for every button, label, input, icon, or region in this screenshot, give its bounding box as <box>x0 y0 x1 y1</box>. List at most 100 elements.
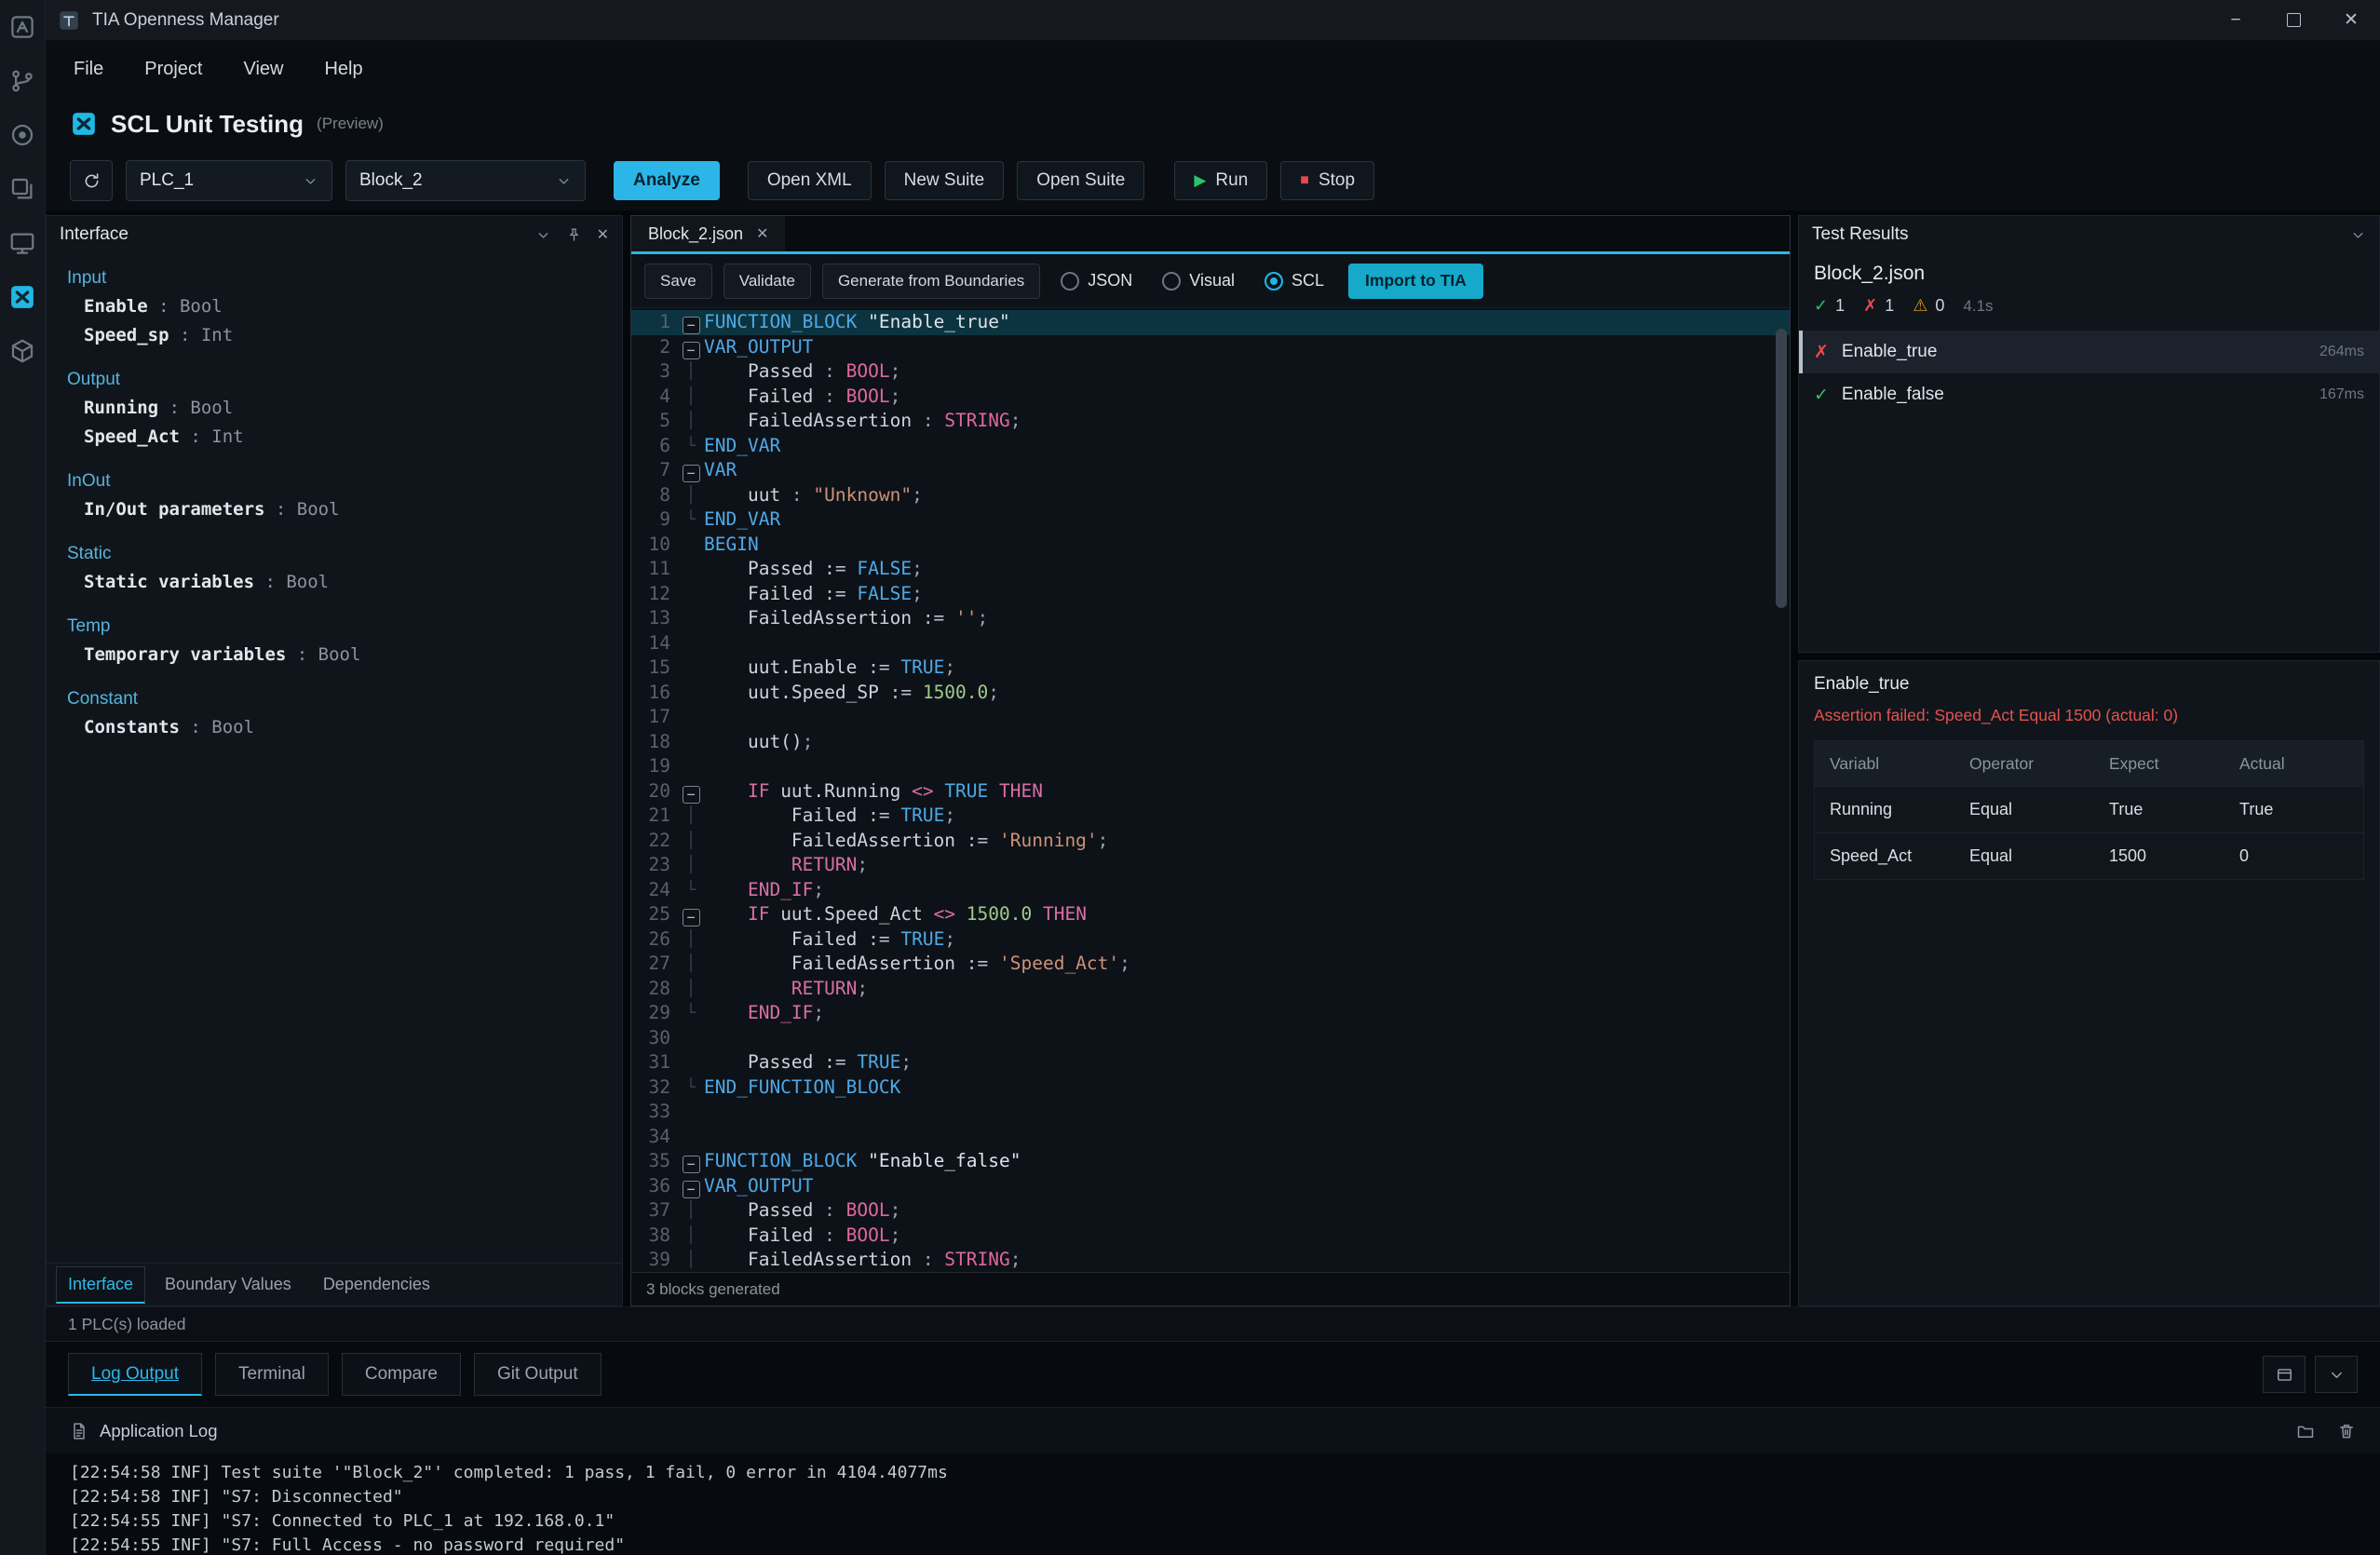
table-row[interactable]: RunningEqualTrueTrue <box>1815 786 2363 832</box>
code-line[interactable]: 5│ FailedAssertion : STRING; <box>631 409 1790 434</box>
monitor-icon[interactable] <box>7 227 38 259</box>
fold-marker[interactable]: − <box>678 458 704 483</box>
code-line[interactable]: 25− IF uut.Speed_Act <> 1500.0 THEN <box>631 902 1790 927</box>
test-row[interactable]: ✓Enable_false167ms <box>1799 373 2379 416</box>
editor-scrollbar[interactable] <box>1776 329 1787 608</box>
code-line[interactable]: 38│ Failed : BOOL; <box>631 1224 1790 1249</box>
folder-icon[interactable] <box>2296 1422 2315 1440</box>
code-line[interactable]: 20− IF uut.Running <> TRUE THEN <box>631 779 1790 805</box>
package-icon[interactable] <box>7 335 38 367</box>
code-line[interactable]: 26│ Failed := TRUE; <box>631 927 1790 953</box>
interface-item[interactable]: Speed_Act : Int <box>47 423 622 452</box>
menu-item-view[interactable]: View <box>223 49 304 89</box>
editor-tab-block2[interactable]: Block_2.json ✕ <box>631 216 785 251</box>
code-line[interactable]: 21│ Failed := TRUE; <box>631 804 1790 829</box>
code-line[interactable]: 12 Failed := FALSE; <box>631 582 1790 607</box>
code-line[interactable]: 30 <box>631 1026 1790 1051</box>
import-to-tia-button[interactable]: Import to TIA <box>1348 264 1483 299</box>
table-row[interactable]: Speed_ActEqual15000 <box>1815 832 2363 879</box>
app-logo-icon[interactable] <box>7 11 38 43</box>
interface-item[interactable]: Static variables : Bool <box>47 568 622 597</box>
run-button[interactable]: ▶ Run <box>1174 161 1267 200</box>
code-line[interactable]: 1−FUNCTION_BLOCK "Enable_true" <box>631 310 1790 335</box>
git-branch-icon[interactable] <box>7 65 38 97</box>
tab-boundary-values[interactable]: Boundary Values <box>153 1266 304 1303</box>
maximize-icon[interactable] <box>2265 0 2322 40</box>
interface-item[interactable]: Temporary variables : Bool <box>47 641 622 669</box>
stop-button[interactable]: ■ Stop <box>1280 161 1374 200</box>
code-line[interactable]: 22│ FailedAssertion := 'Running'; <box>631 829 1790 854</box>
validate-button[interactable]: Validate <box>723 264 811 299</box>
code-line[interactable]: 32└END_FUNCTION_BLOCK <box>631 1075 1790 1101</box>
code-line[interactable]: 39│ FailedAssertion : STRING; <box>631 1248 1790 1272</box>
mode-json[interactable]: JSON <box>1061 271 1132 291</box>
code-line[interactable]: 16 uut.Speed_SP := 1500.0; <box>631 681 1790 706</box>
code-line[interactable]: 36−VAR_OUTPUT <box>631 1174 1790 1199</box>
code-line[interactable]: 7−VAR <box>631 458 1790 483</box>
code-line[interactable]: 17 <box>631 705 1790 730</box>
code-line[interactable]: 14 <box>631 631 1790 656</box>
interface-item[interactable]: Running : Bool <box>47 394 622 423</box>
fold-marker[interactable]: − <box>678 902 704 927</box>
open-suite-button[interactable]: Open Suite <box>1017 161 1144 200</box>
new-suite-button[interactable]: New Suite <box>885 161 1005 200</box>
interface-item[interactable]: Constants : Bool <box>47 713 622 742</box>
code-editor[interactable]: 1−FUNCTION_BLOCK "Enable_true"2−VAR_OUTP… <box>631 308 1790 1272</box>
menu-item-project[interactable]: Project <box>124 49 223 89</box>
record-icon[interactable] <box>7 119 38 151</box>
interface-item[interactable]: Enable : Bool <box>47 292 622 321</box>
mode-visual[interactable]: Visual <box>1162 271 1235 291</box>
tab-terminal[interactable]: Terminal <box>215 1353 329 1396</box>
code-line[interactable]: 4│ Failed : BOOL; <box>631 385 1790 410</box>
collapse-panel-icon[interactable] <box>535 227 551 243</box>
code-line[interactable]: 33 <box>631 1100 1790 1125</box>
code-line[interactable]: 8│ uut : "Unknown"; <box>631 483 1790 508</box>
analyze-button[interactable]: Analyze <box>614 161 720 200</box>
close-window-icon[interactable]: ✕ <box>2322 0 2380 40</box>
code-line[interactable]: 19 <box>631 754 1790 779</box>
code-line[interactable]: 24└ END_IF; <box>631 878 1790 903</box>
close-tab-icon[interactable]: ✕ <box>756 224 768 243</box>
minimize-icon[interactable]: − <box>2207 0 2265 40</box>
code-line[interactable]: 15 uut.Enable := TRUE; <box>631 656 1790 681</box>
code-line[interactable]: 6└END_VAR <box>631 434 1790 459</box>
code-line[interactable]: 29└ END_IF; <box>631 1001 1790 1026</box>
code-line[interactable]: 35−FUNCTION_BLOCK "Enable_false" <box>631 1149 1790 1174</box>
code-line[interactable]: 10 BEGIN <box>631 533 1790 558</box>
code-line[interactable]: 27│ FailedAssertion := 'Speed_Act'; <box>631 952 1790 977</box>
tab-compare[interactable]: Compare <box>342 1353 461 1396</box>
scl-testing-icon[interactable] <box>7 281 38 313</box>
code-line[interactable]: 9└END_VAR <box>631 507 1790 533</box>
interface-item[interactable]: Speed_sp : Int <box>47 321 622 350</box>
code-line[interactable]: 23│ RETURN; <box>631 853 1790 878</box>
code-line[interactable]: 13 FailedAssertion := ''; <box>631 606 1790 631</box>
trash-icon[interactable] <box>2337 1422 2356 1440</box>
tab-dependencies[interactable]: Dependencies <box>311 1266 442 1303</box>
generate-from-boundaries-button[interactable]: Generate from Boundaries <box>822 264 1040 299</box>
refresh-button[interactable] <box>70 160 113 201</box>
maximize-panel-button[interactable] <box>2263 1356 2306 1393</box>
close-panel-icon[interactable]: ✕ <box>597 225 609 244</box>
collapse-results-icon[interactable] <box>2350 227 2366 243</box>
fold-marker[interactable]: − <box>678 310 704 335</box>
fold-marker[interactable]: − <box>678 1174 704 1199</box>
code-line[interactable]: 28│ RETURN; <box>631 977 1790 1002</box>
block-select[interactable]: Block_2 <box>345 160 586 201</box>
interface-item[interactable]: In/Out parameters : Bool <box>47 495 622 524</box>
tab-interface[interactable]: Interface <box>56 1266 145 1304</box>
code-line[interactable]: 37│ Passed : BOOL; <box>631 1198 1790 1224</box>
collapse-bottom-panel-button[interactable] <box>2315 1356 2358 1393</box>
code-line[interactable]: 18 uut(); <box>631 730 1790 755</box>
fold-marker[interactable]: − <box>678 779 704 805</box>
save-button[interactable]: Save <box>644 264 712 299</box>
code-line[interactable]: 34 <box>631 1125 1790 1150</box>
code-line[interactable]: 3│ Passed : BOOL; <box>631 359 1790 385</box>
pin-icon[interactable] <box>566 227 582 243</box>
code-line[interactable]: 11 Passed := FALSE; <box>631 557 1790 582</box>
test-row[interactable]: ✗Enable_true264ms <box>1799 331 2379 373</box>
menu-item-file[interactable]: File <box>53 49 124 89</box>
menu-item-help[interactable]: Help <box>304 49 383 89</box>
code-line[interactable]: 2−VAR_OUTPUT <box>631 335 1790 360</box>
tab-log-output[interactable]: Log Output <box>68 1353 202 1396</box>
mode-scl[interactable]: SCL <box>1264 271 1324 291</box>
